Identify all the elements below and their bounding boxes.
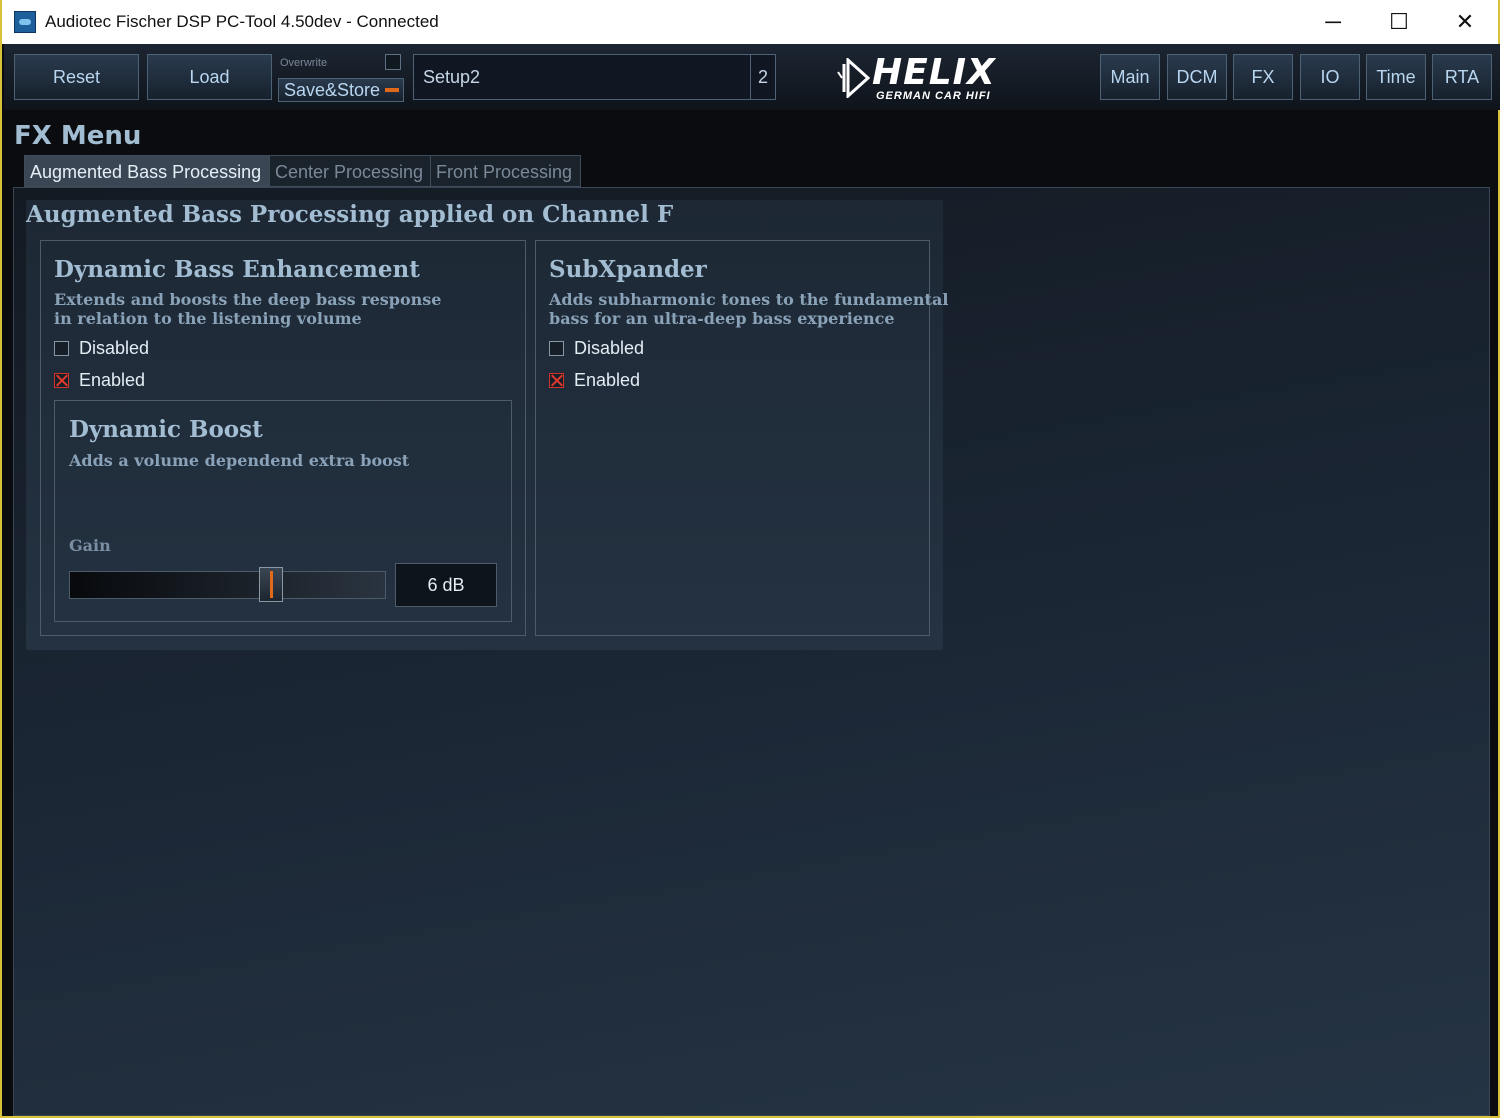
- gain-label: Gain: [69, 536, 111, 555]
- dbe-description-line1: Extends and boosts the deep bass respons…: [54, 290, 442, 309]
- setup-name-field[interactable]: Setup2: [413, 54, 751, 100]
- subx-description-line2: bass for an ultra-deep bass experience: [549, 309, 895, 328]
- dbe-disabled-label: Disabled: [79, 338, 150, 358]
- subx-description-line1: Adds subharmonic tones to the fundamenta…: [549, 290, 949, 309]
- tab-front-processing[interactable]: Front Processing: [430, 155, 581, 187]
- dbe-title: Dynamic Bass Enhancement: [54, 256, 420, 283]
- logo-text: HELIX: [872, 52, 996, 93]
- app-icon: [14, 11, 36, 33]
- nav-rta-button[interactable]: RTA: [1432, 54, 1492, 100]
- dbe-enabled-option[interactable]: Enabled: [54, 370, 145, 391]
- logo-subtext: GERMAN CAR HIFI: [876, 90, 991, 102]
- subx-disabled-option[interactable]: Disabled: [549, 338, 644, 359]
- save-store-label: Save&Store: [284, 80, 381, 100]
- save-store-button[interactable]: Save&Store: [278, 78, 404, 102]
- app-window: Audiotec Fischer DSP PC-Tool 4.50dev - C…: [0, 0, 1500, 1118]
- close-icon[interactable]: ✕: [1432, 0, 1498, 44]
- maximize-icon[interactable]: ☐: [1366, 0, 1432, 44]
- nav-fx-button[interactable]: FX: [1233, 54, 1293, 100]
- helix-logo: HELIX GERMAN CAR HIFI: [830, 52, 1030, 104]
- minimize-icon[interactable]: ─: [1300, 0, 1366, 44]
- window-controls: ─ ☐ ✕: [1300, 0, 1498, 44]
- subx-disabled-label: Disabled: [574, 338, 645, 358]
- setup-number-field[interactable]: 2: [750, 54, 776, 100]
- overwrite-checkbox[interactable]: [385, 54, 401, 70]
- reset-button[interactable]: Reset: [14, 54, 139, 100]
- helix-mark-icon: [837, 58, 870, 98]
- dbe-enabled-label: Enabled: [79, 370, 146, 390]
- tab-augmented-bass-processing[interactable]: Augmented Bass Processing: [24, 155, 270, 187]
- dbe-disabled-checkbox[interactable]: [54, 341, 69, 356]
- gain-value-field[interactable]: 6 dB: [395, 563, 497, 607]
- subx-disabled-checkbox[interactable]: [549, 341, 564, 356]
- subx-enabled-checkbox[interactable]: [549, 373, 564, 388]
- boost-description: Adds a volume dependend extra boost: [69, 451, 410, 470]
- window-title: Audiotec Fischer DSP PC-Tool 4.50dev - C…: [45, 12, 439, 31]
- subx-title: SubXpander: [549, 256, 707, 283]
- section-title: Augmented Bass Processing applied on Cha…: [26, 201, 674, 228]
- boost-title: Dynamic Boost: [69, 416, 263, 443]
- dbe-disabled-option[interactable]: Disabled: [54, 338, 149, 359]
- gain-slider-thumb[interactable]: [259, 567, 284, 602]
- nav-time-button[interactable]: Time: [1366, 54, 1426, 100]
- page-title: FX Menu: [14, 121, 142, 151]
- gain-slider[interactable]: [69, 571, 386, 599]
- load-button[interactable]: Load: [147, 54, 272, 100]
- nav-main-button[interactable]: Main: [1100, 54, 1160, 100]
- tab-center-processing[interactable]: Center Processing: [269, 155, 431, 187]
- nav-dcm-button[interactable]: DCM: [1167, 54, 1227, 100]
- dbe-description-line2: in relation to the listening volume: [54, 309, 362, 328]
- dbe-enabled-checkbox[interactable]: [54, 373, 69, 388]
- nav-io-button[interactable]: IO: [1300, 54, 1360, 100]
- subx-enabled-label: Enabled: [574, 370, 641, 390]
- overwrite-label: Overwrite: [280, 57, 328, 69]
- title-bar: Audiotec Fischer DSP PC-Tool 4.50dev - C…: [2, 0, 1498, 44]
- subx-enabled-option[interactable]: Enabled: [549, 370, 640, 391]
- minus-icon: [385, 88, 399, 92]
- toolbar: Reset Load Overwrite Save&Store Setup2 2…: [4, 44, 1500, 110]
